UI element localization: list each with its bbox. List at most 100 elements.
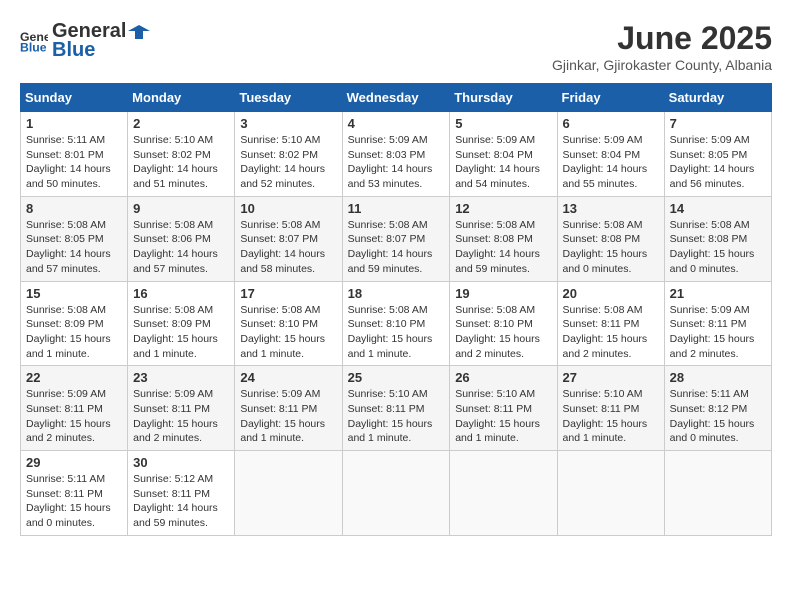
sunrise-text: Sunrise: 5:10 AM <box>348 387 445 402</box>
daylight-text: Daylight: 14 hours and 57 minutes. <box>26 247 122 276</box>
daylight-text: Daylight: 15 hours and 1 minute. <box>133 332 229 361</box>
calendar-cell: 10 Sunrise: 5:08 AM Sunset: 8:07 PM Dayl… <box>235 196 342 281</box>
daylight-text: Daylight: 15 hours and 0 minutes. <box>26 501 122 530</box>
calendar-cell <box>557 451 664 536</box>
day-number: 28 <box>670 370 766 385</box>
sunset-text: Sunset: 8:10 PM <box>455 317 551 332</box>
daylight-text: Daylight: 15 hours and 0 minutes. <box>670 417 766 446</box>
day-number: 17 <box>240 286 336 301</box>
day-number: 13 <box>563 201 659 216</box>
day-number: 1 <box>26 116 122 131</box>
day-number: 2 <box>133 116 229 131</box>
sunrise-text: Sunrise: 5:10 AM <box>133 133 229 148</box>
day-number: 16 <box>133 286 229 301</box>
title-area: June 2025 Gjinkar, Gjirokaster County, A… <box>552 20 772 73</box>
day-number: 25 <box>348 370 445 385</box>
daylight-text: Daylight: 15 hours and 2 minutes. <box>455 332 551 361</box>
day-info: Sunrise: 5:11 AM Sunset: 8:01 PM Dayligh… <box>26 133 122 192</box>
daylight-text: Daylight: 14 hours and 59 minutes. <box>133 501 229 530</box>
sunrise-text: Sunrise: 5:09 AM <box>670 303 766 318</box>
day-number: 3 <box>240 116 336 131</box>
daylight-text: Daylight: 15 hours and 1 minute. <box>240 332 336 361</box>
sunrise-text: Sunrise: 5:10 AM <box>455 387 551 402</box>
daylight-text: Daylight: 15 hours and 1 minute. <box>348 417 445 446</box>
day-number: 15 <box>26 286 122 301</box>
sunset-text: Sunset: 8:08 PM <box>455 232 551 247</box>
day-info: Sunrise: 5:08 AM Sunset: 8:10 PM Dayligh… <box>240 303 336 362</box>
daylight-text: Daylight: 15 hours and 1 minute. <box>563 417 659 446</box>
calendar-cell: 8 Sunrise: 5:08 AM Sunset: 8:05 PM Dayli… <box>21 196 128 281</box>
day-info: Sunrise: 5:09 AM Sunset: 8:11 PM Dayligh… <box>670 303 766 362</box>
sunrise-text: Sunrise: 5:09 AM <box>670 133 766 148</box>
sunrise-text: Sunrise: 5:09 AM <box>133 387 229 402</box>
daylight-text: Daylight: 15 hours and 2 minutes. <box>133 417 229 446</box>
calendar-week-4: 22 Sunrise: 5:09 AM Sunset: 8:11 PM Dayl… <box>21 366 772 451</box>
calendar-cell: 17 Sunrise: 5:08 AM Sunset: 8:10 PM Dayl… <box>235 281 342 366</box>
calendar-week-1: 1 Sunrise: 5:11 AM Sunset: 8:01 PM Dayli… <box>21 112 772 197</box>
sunrise-text: Sunrise: 5:08 AM <box>133 303 229 318</box>
sunset-text: Sunset: 8:04 PM <box>455 148 551 163</box>
sunrise-text: Sunrise: 5:09 AM <box>455 133 551 148</box>
calendar-cell <box>450 451 557 536</box>
day-info: Sunrise: 5:09 AM Sunset: 8:04 PM Dayligh… <box>563 133 659 192</box>
logo-bird-icon <box>128 21 150 43</box>
day-number: 26 <box>455 370 551 385</box>
calendar-cell: 18 Sunrise: 5:08 AM Sunset: 8:10 PM Dayl… <box>342 281 450 366</box>
sunset-text: Sunset: 8:11 PM <box>563 402 659 417</box>
sunset-text: Sunset: 8:05 PM <box>670 148 766 163</box>
daylight-text: Daylight: 14 hours and 55 minutes. <box>563 162 659 191</box>
header-monday: Monday <box>128 84 235 112</box>
day-number: 27 <box>563 370 659 385</box>
page-header: General Blue General Blue June 2025 Gjin… <box>20 20 772 73</box>
daylight-text: Daylight: 15 hours and 1 minute. <box>240 417 336 446</box>
day-number: 19 <box>455 286 551 301</box>
calendar-cell: 2 Sunrise: 5:10 AM Sunset: 8:02 PM Dayli… <box>128 112 235 197</box>
day-info: Sunrise: 5:10 AM Sunset: 8:11 PM Dayligh… <box>348 387 445 446</box>
sunset-text: Sunset: 8:11 PM <box>26 487 122 502</box>
daylight-text: Daylight: 14 hours and 59 minutes. <box>348 247 445 276</box>
sunset-text: Sunset: 8:12 PM <box>670 402 766 417</box>
day-info: Sunrise: 5:08 AM Sunset: 8:08 PM Dayligh… <box>670 218 766 277</box>
day-info: Sunrise: 5:09 AM Sunset: 8:05 PM Dayligh… <box>670 133 766 192</box>
sunset-text: Sunset: 8:11 PM <box>133 402 229 417</box>
day-info: Sunrise: 5:09 AM Sunset: 8:03 PM Dayligh… <box>348 133 445 192</box>
month-title: June 2025 <box>552 20 772 57</box>
sunset-text: Sunset: 8:10 PM <box>348 317 445 332</box>
calendar-cell: 22 Sunrise: 5:09 AM Sunset: 8:11 PM Dayl… <box>21 366 128 451</box>
day-info: Sunrise: 5:08 AM Sunset: 8:05 PM Dayligh… <box>26 218 122 277</box>
day-number: 18 <box>348 286 445 301</box>
calendar-cell: 13 Sunrise: 5:08 AM Sunset: 8:08 PM Dayl… <box>557 196 664 281</box>
calendar-cell: 3 Sunrise: 5:10 AM Sunset: 8:02 PM Dayli… <box>235 112 342 197</box>
day-info: Sunrise: 5:10 AM Sunset: 8:11 PM Dayligh… <box>563 387 659 446</box>
sunset-text: Sunset: 8:02 PM <box>240 148 336 163</box>
sunrise-text: Sunrise: 5:11 AM <box>26 472 122 487</box>
sunset-text: Sunset: 8:07 PM <box>348 232 445 247</box>
daylight-text: Daylight: 15 hours and 2 minutes. <box>670 332 766 361</box>
sunrise-text: Sunrise: 5:09 AM <box>240 387 336 402</box>
calendar-cell: 9 Sunrise: 5:08 AM Sunset: 8:06 PM Dayli… <box>128 196 235 281</box>
sunset-text: Sunset: 8:02 PM <box>133 148 229 163</box>
header-tuesday: Tuesday <box>235 84 342 112</box>
daylight-text: Daylight: 14 hours and 54 minutes. <box>455 162 551 191</box>
calendar-cell: 7 Sunrise: 5:09 AM Sunset: 8:05 PM Dayli… <box>664 112 771 197</box>
day-info: Sunrise: 5:08 AM Sunset: 8:07 PM Dayligh… <box>348 218 445 277</box>
calendar-week-2: 8 Sunrise: 5:08 AM Sunset: 8:05 PM Dayli… <box>21 196 772 281</box>
sunset-text: Sunset: 8:11 PM <box>240 402 336 417</box>
day-info: Sunrise: 5:08 AM Sunset: 8:08 PM Dayligh… <box>563 218 659 277</box>
day-number: 30 <box>133 455 229 470</box>
sunrise-text: Sunrise: 5:08 AM <box>455 218 551 233</box>
header-sunday: Sunday <box>21 84 128 112</box>
header-thursday: Thursday <box>450 84 557 112</box>
sunrise-text: Sunrise: 5:10 AM <box>240 133 336 148</box>
sunrise-text: Sunrise: 5:08 AM <box>563 218 659 233</box>
day-number: 29 <box>26 455 122 470</box>
sunrise-text: Sunrise: 5:08 AM <box>26 303 122 318</box>
calendar-cell: 4 Sunrise: 5:09 AM Sunset: 8:03 PM Dayli… <box>342 112 450 197</box>
calendar-cell: 30 Sunrise: 5:12 AM Sunset: 8:11 PM Dayl… <box>128 451 235 536</box>
day-number: 20 <box>563 286 659 301</box>
sunrise-text: Sunrise: 5:08 AM <box>133 218 229 233</box>
day-info: Sunrise: 5:09 AM Sunset: 8:04 PM Dayligh… <box>455 133 551 192</box>
day-info: Sunrise: 5:08 AM Sunset: 8:10 PM Dayligh… <box>455 303 551 362</box>
calendar-cell: 24 Sunrise: 5:09 AM Sunset: 8:11 PM Dayl… <box>235 366 342 451</box>
sunrise-text: Sunrise: 5:09 AM <box>26 387 122 402</box>
